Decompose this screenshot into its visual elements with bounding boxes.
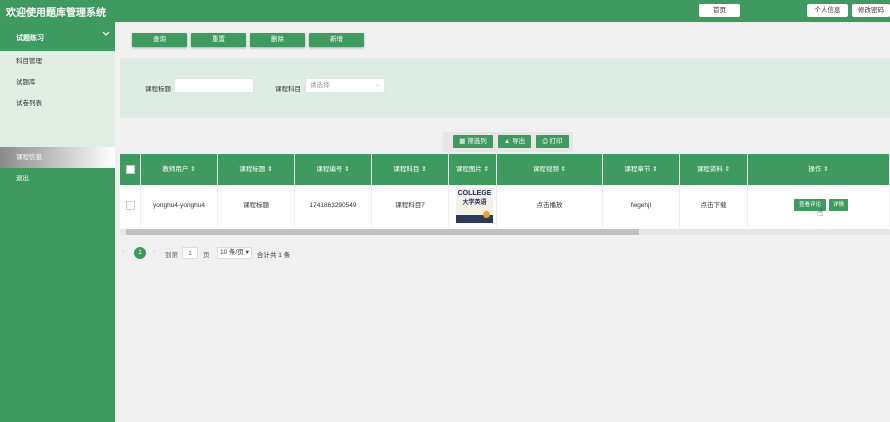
- horizontal-scrollbar[interactable]: [120, 229, 890, 235]
- goto-label: 到第: [165, 252, 178, 259]
- thumb-line-1: COLLEGE: [457, 190, 492, 197]
- export-button[interactable]: ▲ 导出: [498, 135, 531, 148]
- table-header: 教师用户 ⇕ 课程标题 ⇕ 课程编号 ⇕ 课程科目 ⇕ 课程图片 ⇕ 课程视频 …: [120, 154, 890, 185]
- header-teacher[interactable]: 教师用户 ⇕: [141, 154, 218, 185]
- header-image[interactable]: 课程图片 ⇕: [449, 154, 497, 185]
- header-select-all[interactable]: [120, 154, 141, 185]
- print-icon: ⎙: [542, 138, 548, 145]
- row-select[interactable]: [120, 185, 141, 227]
- cell-teacher: yonghu4-yonghu4: [141, 185, 218, 227]
- sidebar-item-questions[interactable]: 试题库: [0, 72, 115, 93]
- pointer-cursor-icon: ☝: [817, 208, 824, 219]
- row-checkbox[interactable]: [125, 200, 135, 210]
- cell-material[interactable]: 点击下载: [680, 185, 748, 227]
- chevron-down-icon: ⌄: [374, 82, 380, 88]
- search-panel: 课程标题 课程科目 请选择 ⌄: [120, 58, 890, 118]
- thumb-line-2: 大学英语: [462, 200, 487, 206]
- thumb-dot: [483, 211, 490, 218]
- page-suffix: 页: [203, 252, 210, 259]
- header-actions[interactable]: 操作 ⇕: [748, 154, 890, 185]
- top-bar: 欢迎使用题库管理系统 首页 个人信息 修改密码: [0, 0, 890, 22]
- course-thumbnail[interactable]: COLLEGE 大学英语: [456, 188, 493, 223]
- cell-subject: 课程科目7: [372, 185, 449, 227]
- goto-page-input[interactable]: 1: [182, 247, 198, 259]
- query-button[interactable]: 查询: [132, 33, 187, 47]
- sidebar-submenu: 科目管理 试题库 试卷列表: [0, 51, 115, 147]
- table-toolbar: ▦ 筛选列 ▲ 导出 ⎙ 打印: [443, 132, 573, 152]
- prev-page-icon[interactable]: ‹: [122, 248, 124, 255]
- total-count: 合计共 1 条: [257, 252, 291, 259]
- print-label: 打印: [549, 138, 563, 145]
- chevron-down-icon: [102, 30, 110, 39]
- sidebar-item-logout[interactable]: 退出: [0, 168, 115, 189]
- detail-button[interactable]: 详情: [829, 199, 848, 211]
- export-label: 导出: [512, 138, 526, 145]
- cell-video[interactable]: 点击播放: [497, 185, 603, 227]
- course-table: 教师用户 ⇕ 课程标题 ⇕ 课程编号 ⇕ 课程科目 ⇕ 课程图片 ⇕ 课程视频 …: [120, 154, 890, 232]
- subject-filter-select[interactable]: 请选择 ⌄: [305, 78, 385, 93]
- header-subject[interactable]: 课程科目 ⇕: [372, 154, 449, 185]
- reset-button[interactable]: 重置: [191, 33, 246, 47]
- sidebar-group-practice[interactable]: 试题练习: [0, 22, 115, 51]
- next-page-icon[interactable]: ›: [153, 248, 155, 255]
- filter-columns-label: 筛选列: [467, 138, 487, 145]
- header-title[interactable]: 课程标题 ⇕: [218, 154, 295, 185]
- app-title: 欢迎使用题库管理系统: [6, 8, 106, 19]
- cell-image: COLLEGE 大学英语: [449, 185, 497, 227]
- cell-code: 1741863290549: [295, 185, 372, 227]
- change-password-button[interactable]: 修改密码: [852, 4, 890, 17]
- header-material[interactable]: 课程资料 ⇕: [680, 154, 748, 185]
- columns-icon: ▦: [459, 138, 466, 145]
- header-code[interactable]: 课程编号 ⇕: [295, 154, 372, 185]
- header-chapter[interactable]: 课程章节 ⇕: [603, 154, 680, 185]
- main-content: 查询 重置 删除 新增 课程标题 课程科目 请选择 ⌄ ▦ 筛选列 ▲ 导出 ⎙…: [115, 22, 890, 422]
- header-video[interactable]: 课程视频 ⇕: [497, 154, 603, 185]
- select-all-checkbox[interactable]: [125, 164, 135, 174]
- subject-filter-label: 课程科目: [275, 86, 301, 93]
- sidebar-item-courses[interactable]: 课程信息: [0, 147, 115, 168]
- sidebar: 试题练习 科目管理 试题库 试卷列表 课程信息 退出: [0, 22, 115, 422]
- print-button[interactable]: ⎙ 打印: [536, 135, 569, 148]
- page-size-select[interactable]: 10 条/页 ▾: [217, 247, 252, 259]
- filter-columns-button[interactable]: ▦ 筛选列: [453, 135, 493, 148]
- sidebar-item-papers[interactable]: 试卷列表: [0, 93, 115, 114]
- sidebar-group-label: 试题练习: [16, 35, 44, 42]
- delete-button[interactable]: 删除: [250, 33, 305, 47]
- home-button[interactable]: 首页: [699, 4, 740, 17]
- sidebar-item-subjects[interactable]: 科目管理: [0, 51, 115, 72]
- subject-filter-placeholder: 请选择: [310, 82, 330, 89]
- scrollbar-thumb[interactable]: [126, 229, 639, 235]
- title-filter-input[interactable]: [174, 78, 254, 93]
- cell-title: 课程标题: [218, 185, 295, 227]
- pagination: ‹ 1 › 到第 1 页 10 条/页 ▾ 合计共 1 条: [120, 247, 420, 261]
- page-current[interactable]: 1: [134, 247, 146, 259]
- add-button[interactable]: 新增: [309, 33, 364, 47]
- upload-icon: ▲: [503, 138, 511, 145]
- profile-button[interactable]: 个人信息: [807, 4, 848, 17]
- title-filter-label: 课程标题: [145, 86, 171, 93]
- cell-chapter: fwgehjt: [603, 185, 680, 227]
